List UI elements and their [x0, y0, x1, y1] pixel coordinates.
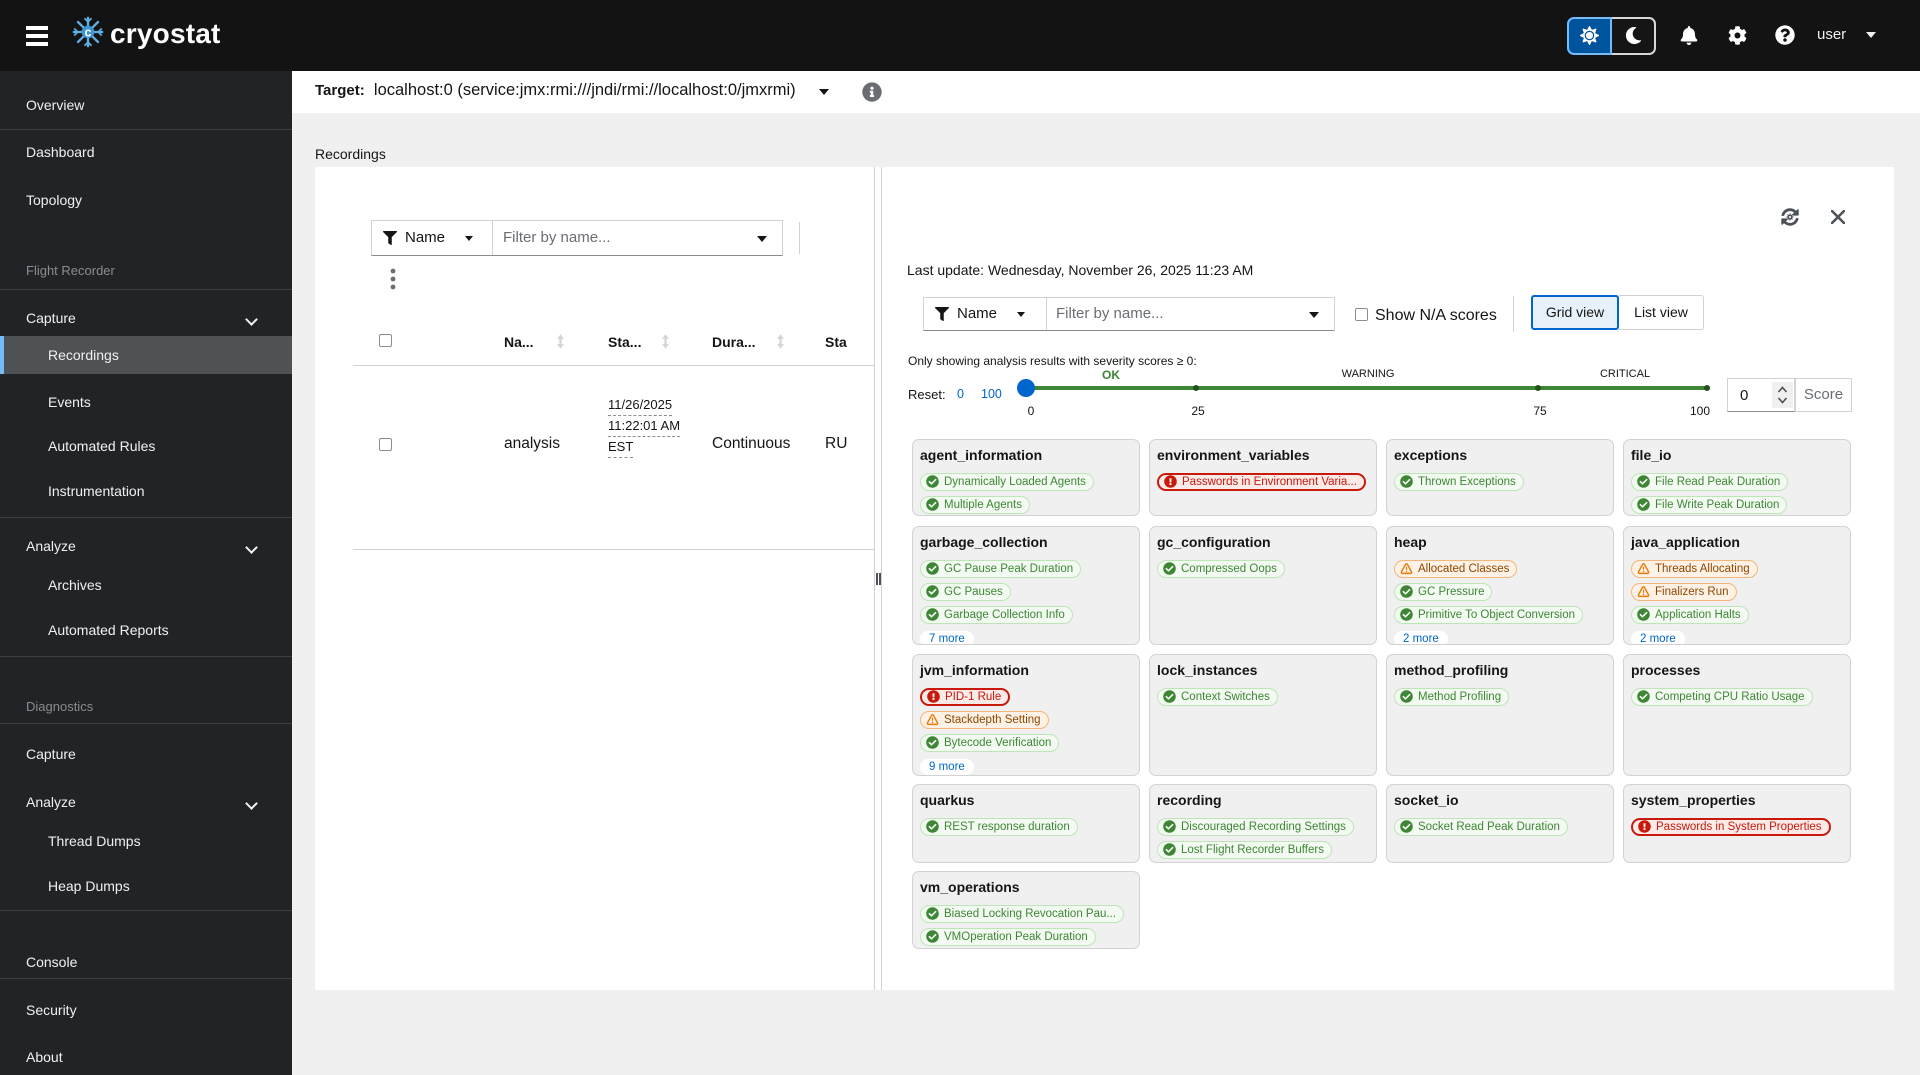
svg-text:c: c [85, 25, 92, 39]
